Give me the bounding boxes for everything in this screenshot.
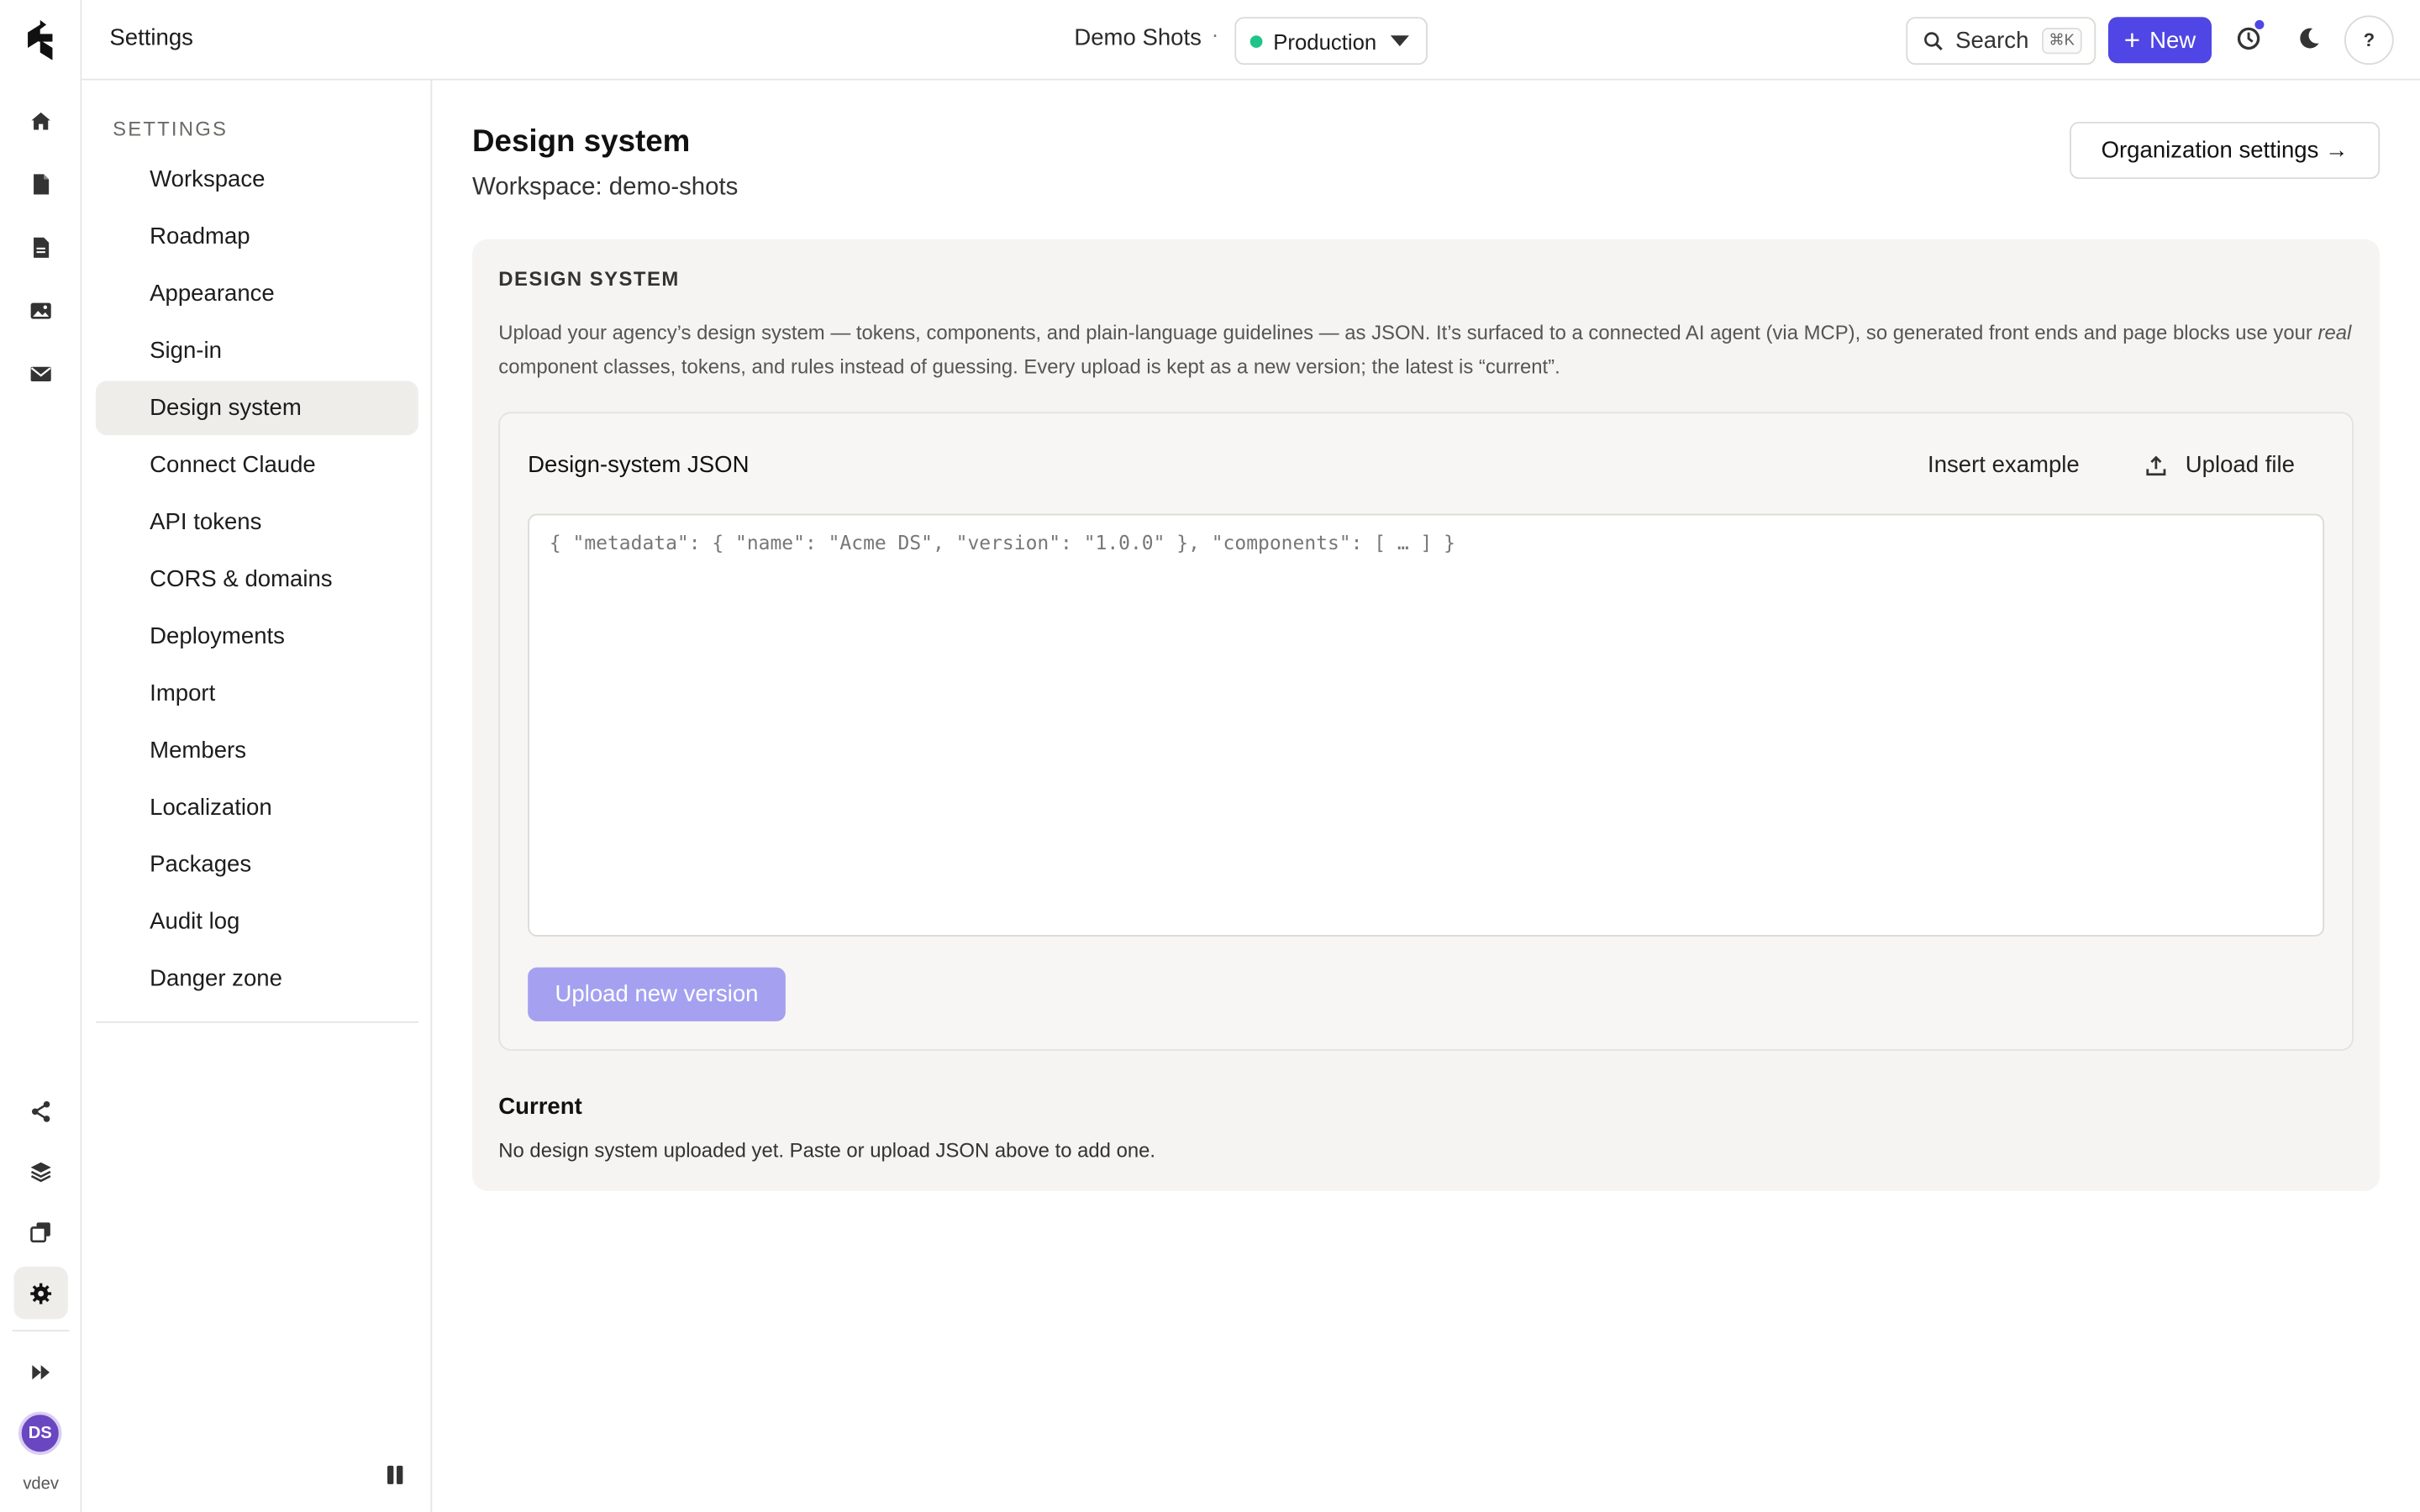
new-button-label: New [2149,27,2196,54]
search-shortcut: ⌘K [2041,28,2083,55]
breadcrumb-separator: · [1211,21,1219,47]
share-icon[interactable] [14,1084,68,1137]
sidebar-item-roadmap[interactable]: Roadmap [96,210,418,264]
file-icon[interactable] [14,157,68,209]
sidebar-item-sign-in[interactable]: Sign-in [96,324,418,378]
environment-selector[interactable]: Production [1234,17,1428,66]
layers-icon[interactable] [14,1145,68,1197]
top-bar: Settings Demo Shots · Production Search … [82,0,2420,81]
description-text-1: Upload your agency’s design system — tok… [498,321,2318,344]
card-title: DESIGN SYSTEM [498,266,680,291]
user-label: vdev [23,1474,60,1494]
insert-example-button[interactable]: Insert example [1928,452,2080,478]
upload-file-button[interactable]: Upload file [2145,452,2295,478]
image-icon[interactable] [14,284,68,336]
notification-badge [2253,18,2266,31]
collapse-panel-icon[interactable] [384,1464,406,1486]
upload-icon [2146,454,2166,475]
search-icon [1924,32,1943,50]
dark-mode-moon-icon[interactable] [2291,22,2325,55]
current-heading: Current [498,1094,582,1121]
settings-sidebar: SETTINGS Workspace Roadmap Appearance Si… [82,80,433,1512]
copy-icon[interactable] [14,1205,68,1257]
sidebar-item-connect-claude[interactable]: Connect Claude [96,438,418,492]
design-system-card: DESIGN SYSTEM Upload your agency’s desig… [472,239,2381,1191]
current-status-text: No design system uploaded yet. Paste or … [498,1138,1156,1163]
help-button[interactable]: ? [2344,15,2394,66]
sidebar-item-import[interactable]: Import [96,666,418,720]
sidebar-item-cors-domains[interactable]: CORS & domains [96,553,418,606]
search-button[interactable]: Search ⌘K [1906,17,2096,66]
environment-label: Production [1273,28,1377,54]
project-name[interactable]: Demo Shots [1074,24,1202,50]
upload-new-version-button[interactable]: Upload new version [528,967,786,1021]
sidebar-divider [95,1021,418,1023]
sidebar-item-appearance[interactable]: Appearance [96,267,418,321]
settings-nav-heading: SETTINGS [113,117,229,141]
new-button[interactable]: + New [2107,17,2212,64]
sidebar-item-workspace[interactable]: Workspace [96,153,418,207]
main-content: Design system Workspace: demo-shots Orga… [432,81,2420,1512]
sidebar-item-packages[interactable]: Packages [96,837,418,891]
upload-file-label: Upload file [2185,452,2295,479]
description-emphasis: real [2317,321,2352,344]
settings-gear-icon[interactable] [13,1266,68,1320]
sidebar-item-deployments[interactable]: Deployments [96,609,418,663]
mail-icon[interactable] [14,347,68,399]
sidebar-item-api-tokens[interactable]: API tokens [96,496,418,549]
json-editor-panel: Design-system JSON Insert example Upload… [498,412,2354,1051]
avatar[interactable]: DS [18,1411,62,1456]
notifications-icon[interactable] [2232,18,2266,55]
app-logo-icon[interactable] [24,19,55,60]
page-title: Design system [472,124,691,160]
sidebar-item-danger-zone[interactable]: Danger zone [96,952,418,1005]
card-description: Upload your agency’s design system — tok… [498,317,2358,385]
description-text-2: component classes, tokens, and rules ins… [498,354,1560,378]
search-label: Search [1955,28,2029,55]
sidebar-item-members[interactable]: Members [96,723,418,777]
plus-icon: + [2123,24,2141,56]
sidebar-item-audit-log[interactable]: Audit log [96,895,418,948]
sidebar-item-design-system[interactable]: Design system [95,381,418,435]
page-section-title: Settings [109,24,193,51]
document-icon[interactable] [14,221,68,273]
rail-divider [12,1330,70,1332]
sidebar-item-localization[interactable]: Localization [96,780,418,834]
design-system-json-textarea[interactable] [528,513,2325,937]
expand-sidebar-icon[interactable] [14,1346,68,1398]
json-editor-title: Design-system JSON [528,452,750,479]
chevron-down-icon [1390,35,1409,47]
organization-settings-button[interactable]: Organization settings → [2070,122,2381,180]
environment-status-dot [1249,34,1263,48]
icon-rail: DS vdev [0,0,82,1512]
home-icon[interactable] [14,94,68,146]
page-subtitle: Workspace: demo-shots [472,174,739,201]
